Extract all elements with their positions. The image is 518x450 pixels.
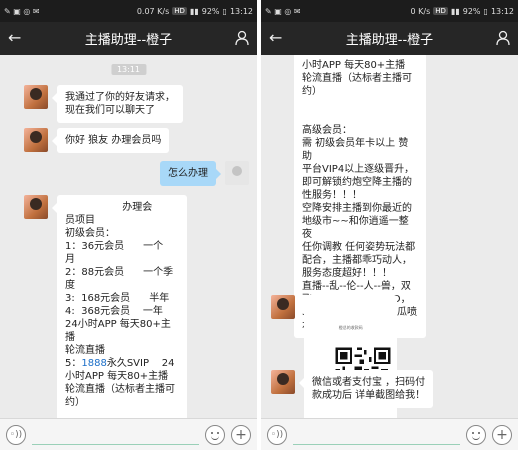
contact-profile-icon[interactable] <box>235 30 249 46</box>
message-timestamp: 13:11 <box>110 64 147 75</box>
status-bar: ✎ ▣ ◎ ✉ 0 K/s HD ▮▮ 92% ▯ 13:12 <box>261 0 518 22</box>
chat-title: 主播助理--橙子 <box>345 33 434 48</box>
membership-text: 办理会 员项目 初级会员： 1：36元会员 一个 月 2：88元会员 一个季 度… <box>65 202 174 369</box>
hd-badge: HD <box>172 7 187 15</box>
message-input[interactable] <box>32 425 199 445</box>
back-arrow-icon[interactable]: ← <box>269 28 282 47</box>
plus-icon[interactable]: + <box>231 424 251 445</box>
message-incoming: 微信或者支付宝 ，扫码付 款成功后 详单截图给我！ <box>271 370 434 408</box>
amount-link[interactable]: 1888 <box>81 358 106 369</box>
input-bar: ◦)) + <box>0 418 257 450</box>
message-incoming: 我通过了你的好友请求， 现在我们可以聊天了 <box>24 85 183 123</box>
network-speed: 0 K/s <box>410 6 431 16</box>
battery-icon: ▯ <box>483 6 488 16</box>
emoji-icon[interactable] <box>466 424 486 445</box>
message-incoming: 办理会 员项目 初级会员： 1：36元会员 一个 月 2：88元会员 一个季 度… <box>24 195 187 418</box>
message-input[interactable] <box>293 425 460 445</box>
voice-icon[interactable]: ◦)) <box>267 424 287 445</box>
status-bar: ✎ ▣ ◎ ✉ 0.07 K/s HD ▮▮ 92% ▯ 13:12 <box>0 0 257 22</box>
emoji-icon[interactable] <box>205 424 225 445</box>
contact-avatar[interactable] <box>271 295 295 319</box>
message-bubble[interactable]: 微信或者支付宝 ，扫码付 款成功后 详单截图给我！ <box>298 370 434 408</box>
clock: 13:12 <box>229 6 253 16</box>
network-speed: 0.07 K/s <box>136 6 170 16</box>
message-bubble[interactable]: 怎么办理 <box>160 161 221 186</box>
my-avatar[interactable] <box>225 161 249 185</box>
message-list[interactable]: 13:11 我通过了你的好友请求， 现在我们可以聊天了 你好 狼友 办理会员吗 … <box>0 55 257 418</box>
clock: 13:12 <box>490 6 514 16</box>
left-screen: ✎ ▣ ◎ ✉ 0.07 K/s HD ▮▮ 92% ▯ 13:12 ← 主播助… <box>0 0 257 450</box>
plus-icon[interactable]: + <box>492 424 512 445</box>
hd-badge: HD <box>433 7 448 15</box>
message-bubble[interactable]: 你好 狼友 办理会员吗 <box>51 128 170 153</box>
back-arrow-icon[interactable]: ← <box>8 28 21 47</box>
input-bar: ◦)) + <box>261 418 518 450</box>
right-screen: ✎ ▣ ◎ ✉ 0 K/s HD ▮▮ 92% ▯ 13:12 ← 主播助理--… <box>261 0 518 450</box>
message-outgoing: 怎么办理 <box>160 161 249 186</box>
contact-avatar[interactable] <box>24 128 48 152</box>
contact-avatar[interactable] <box>24 85 48 109</box>
contact-profile-icon[interactable] <box>496 30 510 46</box>
contact-avatar[interactable] <box>271 370 295 394</box>
message-bubble[interactable]: 我通过了你的好友请求， 现在我们可以聊天了 <box>52 85 183 123</box>
notification-icons: ✎ ▣ ◎ ✉ <box>265 6 301 16</box>
chat-header: ← 主播助理--橙子 <box>0 22 257 55</box>
message-bubble[interactable]: 办理会 员项目 初级会员： 1：36元会员 一个 月 2：88元会员 一个季 度… <box>52 195 187 418</box>
signal-icon: ▮▮ <box>189 6 199 16</box>
message-incoming: 你好 狼友 办理会员吗 <box>24 128 170 153</box>
chat-title: 主播助理--橙子 <box>84 33 173 48</box>
battery-level: 92% <box>462 6 481 16</box>
chat-header: ← 主播助理--橙子 <box>261 22 518 55</box>
qr-caption: 橙总的收款码 <box>338 325 363 330</box>
battery-level: 92% <box>201 6 220 16</box>
voice-icon[interactable]: ◦)) <box>6 424 26 445</box>
notification-icons: ✎ ▣ ◎ ✉ <box>4 6 40 16</box>
message-list[interactable]: 小时APP 每天80+主播 轮流直播（达标者主播可 约） 高级会员： 需 初级会… <box>261 55 518 418</box>
battery-icon: ▯ <box>222 6 227 16</box>
signal-icon: ▮▮ <box>450 6 460 16</box>
contact-avatar[interactable] <box>24 195 48 219</box>
